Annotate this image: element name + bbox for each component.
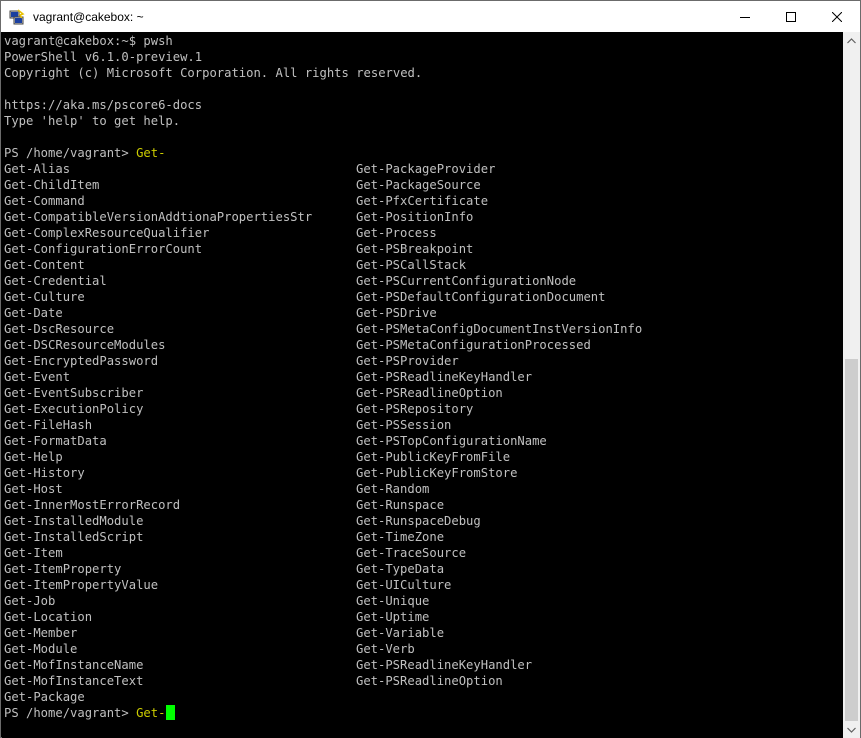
window-title: vagrant@cakebox: ~ xyxy=(33,9,144,24)
completion-item: Get-Event xyxy=(4,370,71,384)
completion-item: Get-PSCurrentConfigurationNode xyxy=(356,274,577,288)
completion-item: Get-PublicKeyFromFile xyxy=(356,450,511,464)
text-cursor xyxy=(166,705,176,720)
completion-item: Get-TraceSource xyxy=(356,546,467,560)
completion-item: Get-TimeZone xyxy=(356,530,445,544)
completion-item: Get-Credential xyxy=(4,274,107,288)
window-controls xyxy=(722,1,860,32)
completion-item: Get-Module xyxy=(4,642,78,656)
completion-item: Get-UICulture xyxy=(356,578,452,592)
completion-item: Get-PSProvider xyxy=(356,354,459,368)
terminal-line: PowerShell v6.1.0-preview.1 xyxy=(4,50,203,64)
completion-item: Get-DSCResourceModules xyxy=(4,338,166,352)
maximize-button[interactable] xyxy=(768,1,814,32)
completion-item: Get-Culture xyxy=(4,290,85,304)
prompt-text: PS /home/vagrant> xyxy=(4,146,137,160)
completion-item: Get-RunspaceDebug xyxy=(356,514,481,528)
minimize-icon xyxy=(740,16,750,18)
completion-item: Get-Verb xyxy=(356,642,415,656)
completion-item: Get-PSSession xyxy=(356,418,452,432)
completion-item: Get-Random xyxy=(356,482,430,496)
completion-item: Get-EventSubscriber xyxy=(4,386,144,400)
completion-item: Get-PSReadlineKeyHandler xyxy=(356,370,533,384)
completion-item: Get-PSMetaConfigDocumentInstVersionInfo xyxy=(356,322,643,336)
scroll-down-button[interactable] xyxy=(843,721,860,738)
completion-item: Get-FormatData xyxy=(4,434,107,448)
completion-item: Get-PSBreakpoint xyxy=(356,242,474,256)
completion-item: Get-Member xyxy=(4,626,78,640)
completion-item: Get-PSRepository xyxy=(356,402,474,416)
completion-item: Get-PSReadlineOption xyxy=(356,386,503,400)
scroll-up-button[interactable] xyxy=(843,32,860,49)
completion-item: Get-Help xyxy=(4,450,63,464)
chevron-up-icon xyxy=(847,37,856,43)
completion-item: Get-Host xyxy=(4,482,63,496)
terminal-line: Type 'help' to get help. xyxy=(4,114,181,128)
completion-item: Get-Variable xyxy=(356,626,445,640)
terminal-line: vagrant@cakebox:~$ pwsh xyxy=(4,34,173,48)
completion-item: Get-PSMetaConfigurationProcessed xyxy=(356,338,591,352)
completion-item: Get-Item xyxy=(4,546,63,560)
completion-item: Get-Unique xyxy=(356,594,430,608)
completion-item: Get-Command xyxy=(4,194,85,208)
terminal-window: vagrant@cakebox: ~ vagrant@cakebox:~$ pw… xyxy=(0,0,861,738)
prompt-line: PS /home/vagrant> Get- xyxy=(4,145,165,161)
minimize-button[interactable] xyxy=(722,1,768,32)
completion-item: Get-PSReadlineOption xyxy=(356,674,503,688)
completion-item: Get-FileHash xyxy=(4,418,93,432)
chevron-down-icon xyxy=(847,727,856,733)
prompt-input: Get- xyxy=(136,146,166,160)
completion-item: Get-PositionInfo xyxy=(356,210,474,224)
terminal-line: https://aka.ms/pscore6-docs xyxy=(4,98,203,112)
completion-item: Get-Location xyxy=(4,610,93,624)
completion-item: Get-PSDrive xyxy=(356,306,437,320)
putty-icon xyxy=(9,8,25,24)
close-button[interactable] xyxy=(814,1,860,32)
completion-item: Get-ExecutionPolicy xyxy=(4,402,144,416)
completion-item: Get-ComplexResourceQualifier xyxy=(4,226,210,240)
completion-item: Get-InstalledScript xyxy=(4,530,144,544)
completion-item: Get-DscResource xyxy=(4,322,115,336)
completion-item: Get-Job xyxy=(4,594,56,608)
completion-item: Get-PSReadlineKeyHandler xyxy=(356,658,533,672)
completion-item: Get-Alias xyxy=(4,162,71,176)
completion-item: Get-ConfigurationErrorCount xyxy=(4,242,203,256)
completion-item: Get-InnerMostErrorRecord xyxy=(4,498,181,512)
completion-item: Get-ItemPropertyValue xyxy=(4,578,159,592)
completion-item: Get-Date xyxy=(4,306,63,320)
completion-item: Get-EncryptedPassword xyxy=(4,354,159,368)
maximize-icon xyxy=(786,11,796,22)
completion-item: Get-PfxCertificate xyxy=(356,194,489,208)
scrollbar[interactable] xyxy=(843,32,860,738)
completion-item: Get-CompatibleVersionAddtionaPropertiesS… xyxy=(4,210,313,224)
completion-item: Get-Process xyxy=(356,226,437,240)
active-prompt-line[interactable]: PS /home/vagrant> Get- xyxy=(4,705,176,721)
completion-item: Get-ItemProperty xyxy=(4,562,122,576)
completion-item: Get-MofInstanceName xyxy=(4,658,144,672)
prompt-input[interactable]: Get- xyxy=(136,706,165,720)
completion-item: Get-Uptime xyxy=(356,610,430,624)
completion-item: Get-ChildItem xyxy=(4,178,100,192)
completion-item: Get-PSTopConfigurationName xyxy=(356,434,547,448)
completion-item: Get-PSCallStack xyxy=(356,258,467,272)
title-bar[interactable]: vagrant@cakebox: ~ xyxy=(1,1,860,32)
completion-item: Get-PackageProvider xyxy=(356,162,496,176)
terminal-line: Copyright (c) Microsoft Corporation. All… xyxy=(4,66,423,80)
completion-item: Get-InstalledModule xyxy=(4,514,144,528)
completion-item: Get-History xyxy=(4,466,85,480)
completion-item: Get-Runspace xyxy=(356,498,445,512)
completion-item: Get-PSDefaultConfigurationDocument xyxy=(356,290,606,304)
prompt-text: PS /home/vagrant> xyxy=(4,706,137,720)
completion-item: Get-TypeData xyxy=(356,562,445,576)
close-icon xyxy=(832,11,842,22)
scroll-thumb[interactable] xyxy=(845,359,858,721)
terminal-output[interactable]: vagrant@cakebox:~$ pwsh PowerShell v6.1.… xyxy=(2,32,844,738)
completion-item: Get-Package xyxy=(4,690,85,704)
completion-item: Get-Content xyxy=(4,258,85,272)
completion-item: Get-PublicKeyFromStore xyxy=(356,466,518,480)
completion-item: Get-PackageSource xyxy=(356,178,481,192)
completion-item: Get-MofInstanceText xyxy=(4,674,144,688)
